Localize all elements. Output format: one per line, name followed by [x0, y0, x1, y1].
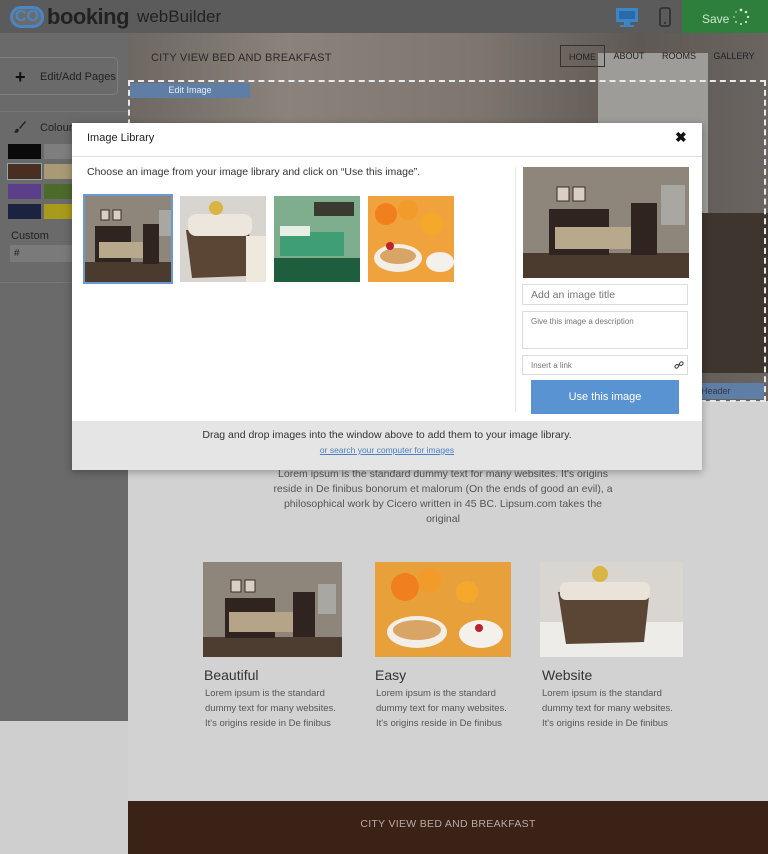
bedroom-thumbnail	[85, 196, 171, 282]
loading-spinner-icon	[733, 8, 750, 25]
bedroom-preview	[523, 167, 689, 278]
save-button[interactable]: Save	[682, 0, 768, 33]
library-image-breakfast[interactable]	[368, 196, 454, 282]
drop-zone[interactable]: Drag and drop images into the window abo…	[72, 421, 702, 470]
dialog-title: Image Library	[87, 132, 155, 144]
site-title: CITY VIEW BED AND BREAKFAST	[151, 52, 332, 64]
nav-gallery[interactable]: GALLERY	[710, 45, 758, 67]
card-title-easy: Easy	[375, 667, 407, 683]
swatch-1[interactable]	[8, 144, 41, 159]
mobile-view-icon[interactable]	[655, 5, 675, 29]
card-image-breakfast[interactable]	[375, 562, 511, 657]
image-description-input[interactable]	[522, 311, 688, 349]
card-text-easy: Lorem ipsum is the standard dummy text f…	[376, 688, 507, 729]
link-icon	[674, 361, 684, 369]
plus-icon: +	[15, 67, 26, 87]
nav-home[interactable]: HOME	[560, 45, 605, 67]
divider	[0, 111, 128, 112]
drop-zone-text: Drag and drop images into the window abo…	[202, 429, 572, 441]
card-text-website: Lorem ipsum is the standard dummy text f…	[542, 688, 673, 729]
divider	[72, 156, 702, 157]
card-image-bedroom[interactable]	[203, 562, 342, 657]
towel-basket-thumbnail	[180, 196, 266, 282]
site-footer: CITY VIEW BED AND BREAKFAST	[128, 801, 768, 854]
top-bar: CO booking webBuilder Save	[0, 0, 768, 33]
intro-text: Lorem ipsum is the standard dummy text f…	[273, 468, 613, 525]
divider	[515, 167, 516, 412]
card-title-beautiful: Beautiful	[204, 667, 259, 683]
card-title-website: Website	[542, 667, 593, 683]
library-image-bedroom[interactable]	[83, 194, 173, 284]
selected-image-preview	[523, 167, 689, 278]
paintbrush-icon	[14, 121, 26, 133]
swatch-5[interactable]	[8, 184, 41, 199]
custom-colour-label: Custom	[11, 230, 49, 242]
dialog-instruction: Choose an image from your image library …	[87, 166, 421, 178]
green-bedroom-thumbnail	[274, 196, 360, 282]
edit-image-tag[interactable]: Edit Image	[130, 83, 250, 98]
breakfast-thumbnail	[368, 196, 454, 282]
nav-about[interactable]: ABOUT	[610, 45, 648, 67]
edit-add-pages-button[interactable]: + Edit/Add Pages	[0, 57, 118, 95]
library-image-green-bedroom[interactable]	[274, 196, 360, 282]
image-title-input[interactable]	[522, 284, 688, 305]
swatch-7[interactable]	[8, 204, 41, 219]
library-image-towel-basket[interactable]	[180, 196, 266, 282]
use-this-image-button[interactable]: Use this image	[531, 380, 679, 414]
nav-rooms[interactable]: ROOMS	[656, 45, 702, 67]
desktop-view-icon[interactable]	[613, 5, 641, 29]
image-library-dialog: Image Library ✖ Choose an image from you…	[72, 123, 702, 470]
card-text-beautiful: Lorem ipsum is the standard dummy text f…	[205, 688, 336, 729]
colour-label: Colour	[40, 122, 73, 134]
edit-add-pages-label: Edit/Add Pages	[40, 71, 116, 83]
image-link-input[interactable]	[522, 355, 688, 375]
logo-product: webBuilder	[137, 7, 222, 26]
logo: CO booking webBuilder	[10, 4, 221, 30]
custom-colour-input[interactable]	[10, 245, 72, 262]
search-computer-link[interactable]: or search your computer for images	[72, 445, 702, 455]
close-icon[interactable]: ✖	[675, 129, 687, 146]
card-image-towel-basket[interactable]	[540, 562, 683, 657]
save-label: Save	[702, 12, 730, 26]
logo-word: booking	[47, 4, 130, 29]
logo-mark: CO	[10, 6, 44, 28]
swatch-3[interactable]	[7, 163, 42, 180]
